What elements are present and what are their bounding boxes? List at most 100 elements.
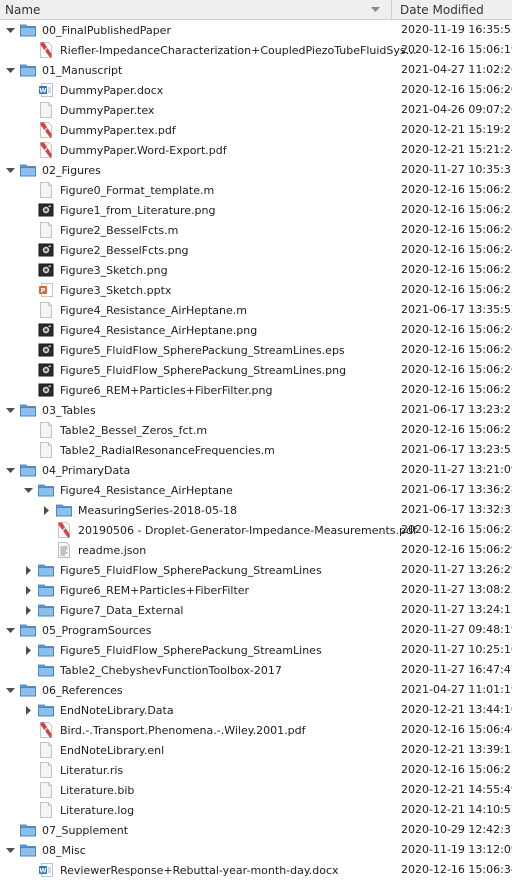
- expand-arrow-down-icon[interactable]: [23, 485, 34, 496]
- file-row[interactable]: Riefler-ImpedanceCharacterization+Couple…: [0, 40, 512, 60]
- file-row[interactable]: P Figure3_Sketch.pptx 2020-12-16 15:06:25: [0, 280, 512, 300]
- name-cell: DummyPaper.Word-Export.pdf: [0, 140, 417, 160]
- folder-row[interactable]: 08_Misc 2020-11-19 13:12:09: [0, 840, 512, 860]
- name-column-header[interactable]: Name: [0, 0, 392, 19]
- expand-arrow-right-icon[interactable]: [41, 505, 52, 516]
- file-row[interactable]: DummyPaper.tex 2021-04-26 09:07:26: [0, 100, 512, 120]
- folder-row[interactable]: 00_FinalPublishedPaper 2020-11-19 16:35:5…: [0, 20, 512, 40]
- folder-row[interactable]: Table2_ChebyshevFunctionToolbox-2017 2020…: [0, 660, 512, 680]
- folder-icon: [20, 162, 36, 178]
- folder-row[interactable]: Figure5_FluidFlow_SpherePackung_StreamLi…: [0, 560, 512, 580]
- file-row[interactable]: Figure6_REM+Particles+FiberFilter.png 202…: [0, 380, 512, 400]
- file-row[interactable]: Figure1_from_Literature.png 2020-12-16 15…: [0, 200, 512, 220]
- date-modified: 2020-12-16 15:06:25: [401, 283, 512, 296]
- expand-arrow-right-icon[interactable]: [23, 565, 34, 576]
- date-modified: 2020-12-16 15:06:34: [401, 863, 512, 876]
- file-row[interactable]: Table2_RadialResonanceFrequencies.m 2021-…: [0, 440, 512, 460]
- file-name: Table2_Bessel_Zeros_fct.m: [60, 423, 208, 437]
- file-row[interactable]: Literature.bib 2020-12-21 14:55:49: [0, 780, 512, 800]
- file-name: Figure5_FluidFlow_SpherePackung_StreamLi…: [60, 563, 322, 577]
- file-row[interactable]: W ReviewerResponse+Rebuttal-year-month-da…: [0, 860, 512, 880]
- file-name: Figure1_from_Literature.png: [60, 203, 216, 217]
- file-name: Figure5_FluidFlow_SpherePackung_StreamLi…: [60, 643, 322, 657]
- folder-row[interactable]: 04_PrimaryData 2020-11-27 13:21:09: [0, 460, 512, 480]
- name-cell: 04_PrimaryData: [0, 460, 399, 480]
- folder-row[interactable]: 07_Supplement 2020-10-29 12:42:37: [0, 820, 512, 840]
- folder-row[interactable]: 06_References 2021-04-27 11:01:19: [0, 680, 512, 700]
- file-row[interactable]: Figure2_BesselFcts.m 2020-12-16 15:06:26: [0, 220, 512, 240]
- expand-arrow-right-icon[interactable]: [23, 605, 34, 616]
- file-name: EndNoteLibrary.enl: [60, 743, 165, 757]
- name-cell: Figure4_Resistance_AirHeptane: [0, 480, 417, 500]
- date-modified-column-header[interactable]: Date Modified: [392, 0, 512, 19]
- file-row[interactable]: Table2_Bessel_Zeros_fct.m 2020-12-16 15:0…: [0, 420, 512, 440]
- file-name: 06_References: [42, 683, 123, 697]
- folder-icon: [38, 662, 54, 678]
- file-row[interactable]: Figure4_Resistance_AirHeptane.png 2020-12…: [0, 320, 512, 340]
- expand-arrow-right-icon[interactable]: [23, 585, 34, 596]
- expand-arrow-down-icon[interactable]: [5, 405, 16, 416]
- file-row[interactable]: W DummyPaper.docx 2020-12-16 15:06:20: [0, 80, 512, 100]
- folder-row[interactable]: 01_Manuscript 2021-04-27 11:02:26: [0, 60, 512, 80]
- expand-arrow-down-icon[interactable]: [5, 845, 16, 856]
- name-cell: 05_ProgramSources: [0, 620, 399, 640]
- name-cell: readme.json: [0, 540, 435, 560]
- file-row[interactable]: Figure5_FluidFlow_SpherePackung_StreamLi…: [0, 360, 512, 380]
- folder-icon: [20, 842, 36, 858]
- folder-icon: [20, 62, 36, 78]
- expand-arrow-right-icon[interactable]: [23, 705, 34, 716]
- name-cell: Riefler-ImpedanceCharacterization+Couple…: [0, 40, 417, 60]
- expand-arrow-down-icon[interactable]: [5, 465, 16, 476]
- file-row[interactable]: Figure0_Format_template.m 2020-12-16 15:0…: [0, 180, 512, 200]
- expand-arrow-down-icon[interactable]: [5, 625, 16, 636]
- folder-row[interactable]: Figure4_Resistance_AirHeptane 2021-06-17 …: [0, 480, 512, 500]
- file-row[interactable]: Literature.log 2020-12-21 14:10:57: [0, 800, 512, 820]
- file-name: Literature.log: [60, 803, 135, 817]
- expand-arrow-right-icon[interactable]: [23, 645, 34, 656]
- name-cell: Table2_RadialResonanceFrequencies.m: [0, 440, 417, 460]
- folder-row[interactable]: MeasuringSeries-2018-05-18 2021-06-17 13:…: [0, 500, 512, 520]
- file-name: Figure2_BesselFcts.png: [60, 243, 189, 257]
- file-row[interactable]: Figure5_FluidFlow_SpherePackung_StreamLi…: [0, 340, 512, 360]
- svg-text:W: W: [39, 87, 46, 95]
- file-name: DummyPaper.Word-Export.pdf: [60, 143, 227, 157]
- folder-row[interactable]: Figure5_FluidFlow_SpherePackung_StreamLi…: [0, 640, 512, 660]
- file-row[interactable]: Figure3_Sketch.png 2020-12-16 15:06:25: [0, 260, 512, 280]
- file-row[interactable]: Figure2_BesselFcts.png 2020-12-16 15:06:2…: [0, 240, 512, 260]
- file-name: Figure4_Resistance_AirHeptane.m: [60, 303, 247, 317]
- file-row[interactable]: readme.json 2020-12-16 15:06:29: [0, 540, 512, 560]
- name-cell: 02_Figures: [0, 160, 399, 180]
- folder-row[interactable]: EndNoteLibrary.Data 2020-12-21 13:44:10: [0, 700, 512, 720]
- sort-descending-icon[interactable]: [370, 4, 381, 15]
- file-row[interactable]: EndNoteLibrary.enl 2020-12-21 13:39:15: [0, 740, 512, 760]
- file-row[interactable]: Literatur.ris 2020-12-16 15:06:21: [0, 760, 512, 780]
- name-cell: Figure7_Data_External: [0, 600, 417, 620]
- folder-icon: [20, 462, 36, 478]
- file-row[interactable]: DummyPaper.tex.pdf 2020-12-21 15:19:27: [0, 120, 512, 140]
- expand-arrow-down-icon[interactable]: [5, 25, 16, 36]
- folder-row[interactable]: 03_Tables 2021-06-17 13:23:27: [0, 400, 512, 420]
- expand-arrow-down-icon[interactable]: [5, 685, 16, 696]
- date-modified: 2020-11-27 16:47:47: [401, 663, 512, 676]
- name-cell: 20190506 - Droplet-Generator-Impedance-M…: [0, 520, 435, 540]
- file-name: Figure5_FluidFlow_SpherePackung_StreamLi…: [60, 363, 347, 377]
- file-row[interactable]: 20190506 - Droplet-Generator-Impedance-M…: [0, 520, 512, 540]
- file-name: Figure2_BesselFcts.m: [60, 223, 179, 237]
- folder-icon: [38, 702, 54, 718]
- expand-arrow-down-icon[interactable]: [5, 65, 16, 76]
- text-file-icon: [38, 442, 54, 458]
- folder-row[interactable]: Figure6_REM+Particles+FiberFilter 2020-11…: [0, 580, 512, 600]
- folder-row[interactable]: 02_Figures 2020-11-27 10:35:31: [0, 160, 512, 180]
- file-row[interactable]: DummyPaper.Word-Export.pdf 2020-12-21 15:…: [0, 140, 512, 160]
- file-row[interactable]: Figure4_Resistance_AirHeptane.m 2021-06-1…: [0, 300, 512, 320]
- file-row[interactable]: Bird.-.Transport.Phenomena.-.Wiley.2001.…: [0, 720, 512, 740]
- folder-row[interactable]: Figure7_Data_External 2020-11-27 13:24:15: [0, 600, 512, 620]
- expand-arrow-down-icon[interactable]: [5, 165, 16, 176]
- folder-row[interactable]: 05_ProgramSources 2020-11-27 09:48:19: [0, 620, 512, 640]
